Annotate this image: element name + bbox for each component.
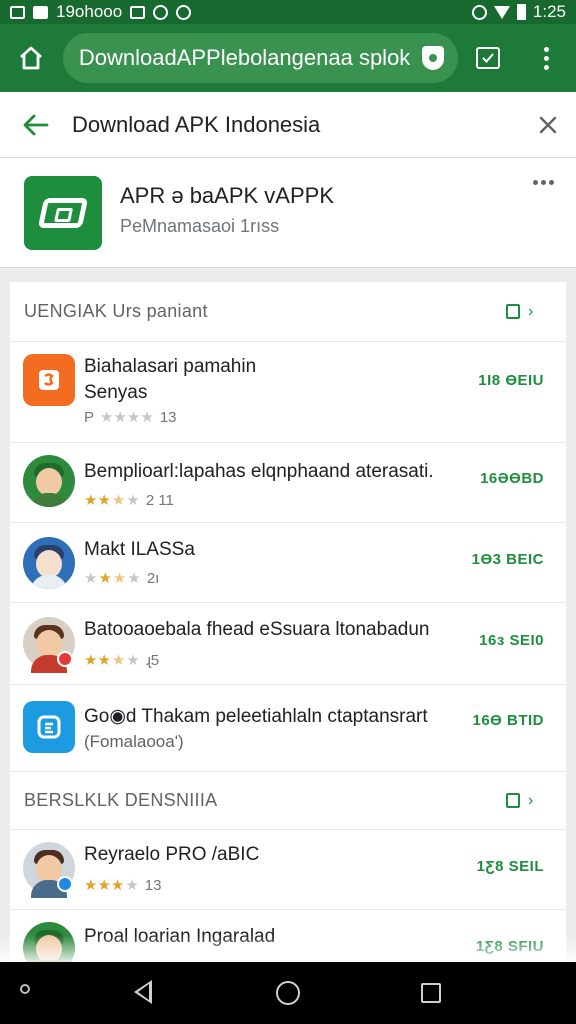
nav-back-icon[interactable] — [134, 980, 152, 1004]
chevron-right-icon: › — [528, 302, 534, 320]
page-header: Download APK Indonesia — [0, 92, 576, 158]
app-name: Go◉d Thakam peleetiahlaln ctaptansrart — [84, 706, 428, 727]
star-rating-icon: ★★★★ — [84, 877, 139, 894]
arrow-back-icon — [23, 114, 49, 135]
review-count: 13 — [159, 408, 177, 426]
open-list-icon — [506, 304, 520, 319]
app-list-card: UENGIAK Urs paniant › Biahalasari pamahi… — [10, 282, 566, 974]
app-rating: ★★ ★ ★ 2 11 — [84, 491, 174, 510]
home-icon — [20, 46, 43, 70]
review-count: 2ı — [146, 569, 160, 587]
app-icon — [23, 617, 75, 673]
star-rating-icon: ★★★★ — [84, 652, 140, 669]
list-item[interactable]: Biahalasari pamahin Senyas P ★★★★ 13 1Ӏ8… — [10, 342, 566, 443]
app-icon — [23, 537, 75, 589]
app-size[interactable]: 1Ƹ8 SEIL — [477, 858, 544, 875]
notification-shield-icon — [153, 4, 169, 20]
app-icon — [23, 455, 75, 507]
notification-location-icon — [176, 4, 192, 20]
page-title: Download APK Indonesia — [72, 111, 321, 137]
status-time: 1:25 — [532, 2, 566, 21]
featured-app-icon[interactable] — [24, 176, 102, 250]
star-rating-icon: ★★★★ — [84, 570, 141, 587]
app-size[interactable]: 16ӘӨBD — [480, 470, 544, 487]
app-rating: P ★★★★ 13 — [84, 408, 177, 427]
list-item[interactable]: Batooaoebala fhead eSsuara ltonabadun ★★… — [10, 603, 566, 685]
app-name-line2: (Fomalaooa') — [84, 732, 184, 751]
app-name: Makt ILASSa — [84, 539, 195, 560]
wifi-icon — [493, 5, 510, 19]
rating-prefix: P — [84, 408, 95, 426]
app-name: Reyraelo PRO /aBIC — [84, 844, 260, 865]
list-item[interactable]: Go◉d Thakam peleetiahlaln ctaptansrart (… — [10, 685, 566, 772]
more-vert-icon — [544, 46, 550, 70]
list-item[interactable]: Bemplioarl:lapahas elqnphaand aterasati.… — [10, 443, 566, 523]
back-button[interactable] — [0, 92, 72, 158]
app-rating: ★ ★ ★ ★ 2ı — [84, 569, 160, 588]
app-size[interactable]: 1Ƹ8 SFIU — [476, 938, 544, 955]
address-bar[interactable]: DownloadAPPlebolangenaa splok — [62, 33, 459, 83]
url-text[interactable]: DownloadAPPlebolangenaa splok — [79, 45, 422, 71]
site-security-icon[interactable] — [422, 46, 445, 70]
section-title-1: UENGIAK Urs paniant — [24, 301, 208, 321]
app-name-line2: Senyas — [84, 382, 148, 403]
featured-app-subtitle: PeMnamasaoi 1rıss — [120, 216, 280, 236]
nav-recents-icon[interactable] — [421, 983, 441, 1003]
app-rating: ★★★ ★ 13 — [84, 876, 162, 895]
app-name: Proal loarian Ingaralad — [84, 926, 276, 947]
app-name: Bemplioarl:lapahas elqnphaand aterasati. — [84, 461, 434, 482]
featured-app-card[interactable]: APR ə baAPK vAPPK PeMnamasaoi 1rıss — [0, 158, 576, 268]
star-rating-icon: ★★★★ — [100, 409, 154, 426]
review-count: ɻ5 — [145, 651, 160, 669]
nav-home-icon[interactable] — [276, 981, 300, 1005]
app-icon — [23, 842, 75, 898]
featured-app-title: APR ə baAPK vAPPK — [120, 183, 334, 208]
alarm-icon — [471, 4, 487, 20]
browser-menu-button[interactable] — [517, 24, 576, 92]
app-icon — [23, 701, 75, 753]
app-size[interactable]: 1Ӏ8 ӨEIU — [478, 372, 544, 389]
home-button[interactable] — [0, 24, 63, 92]
list-item[interactable]: Makt ILASSa ★ ★ ★ ★ 2ı 1Ө3 BEIC — [10, 523, 566, 603]
app-size[interactable]: 1Ө3 BEIC — [472, 551, 544, 568]
app-size[interactable]: 16ɜ SEI0 — [479, 632, 544, 649]
status-carrier-text: 19ohooo — [56, 2, 123, 21]
section-more-button-1[interactable]: › — [506, 303, 566, 321]
section-header-1: UENGIAK Urs paniant › — [10, 282, 566, 342]
app-name: Batooaoebala fhead eSsuara ltonabadun — [84, 619, 430, 640]
review-count: 13 — [144, 876, 162, 894]
tab-switcher-button[interactable] — [458, 24, 517, 92]
tab-switcher-icon — [475, 47, 500, 69]
notification-image-icon — [10, 5, 25, 19]
notification-photo-icon — [33, 5, 48, 19]
section-title-2: BERSLKLK DENSNIIIA — [24, 790, 218, 810]
browser-toolbar: DownloadAPPlebolangenaa splok — [0, 24, 576, 92]
list-item[interactable]: Reyraelo PRO /aBIC ★★★ ★ 13 1Ƹ8 SEIL — [10, 830, 566, 910]
chevron-right-icon: › — [528, 791, 534, 809]
accessibility-icon[interactable] — [20, 984, 30, 994]
notification-check-icon — [130, 5, 146, 19]
close-button[interactable] — [520, 92, 576, 158]
app-size[interactable]: 16Ө BTID — [472, 712, 544, 729]
featured-more-button[interactable] — [533, 180, 554, 185]
status-bar: 19ohooo 1:25 — [0, 0, 576, 24]
system-nav-bar — [0, 962, 576, 1024]
app-rating: ★★ ★ ★ ɻ5 — [84, 651, 160, 670]
open-list-icon — [506, 793, 520, 808]
review-count: 2 11 — [145, 491, 174, 509]
battery-icon — [516, 4, 526, 20]
close-icon — [539, 116, 557, 133]
star-rating-icon: ★★★★ — [84, 492, 140, 509]
section-header-2: BERSLKLK DENSNIIIA › — [10, 772, 566, 830]
app-name: Biahalasari pamahin — [84, 356, 257, 377]
section-more-button-2[interactable]: › — [506, 792, 566, 810]
app-icon — [23, 354, 75, 406]
